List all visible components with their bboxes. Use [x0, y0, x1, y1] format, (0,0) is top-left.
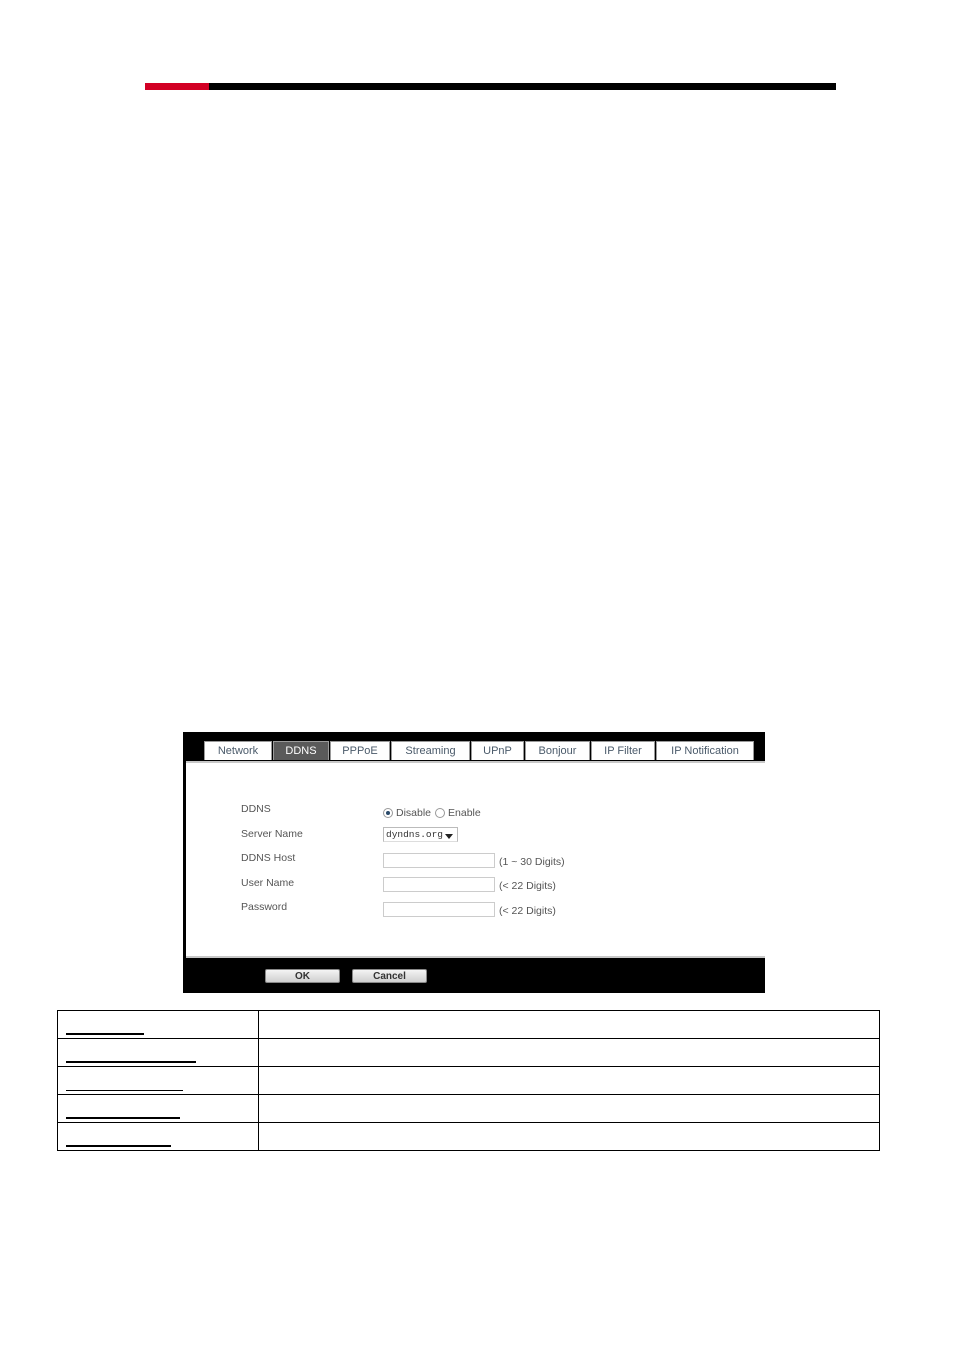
term-underline [66, 1117, 180, 1119]
server-name-select[interactable]: dyndns.org [383, 827, 458, 842]
enable-radio[interactable] [435, 808, 446, 818]
term-underline [66, 1145, 171, 1147]
term-cell [57, 1010, 259, 1039]
enable-radio-label: Enable [448, 807, 481, 819]
ddns-radio-group: Disable Enable [383, 807, 481, 819]
description-cell [258, 1066, 880, 1095]
server-name-label: Server Name [241, 828, 303, 840]
user-name-label: User Name [241, 877, 295, 889]
ddns-host-label: DDNS Host [241, 852, 296, 864]
tab-ddns[interactable]: DDNS [273, 741, 329, 760]
term-cell [57, 1122, 259, 1151]
ddns-form-panel: DDNS Disable Enable Server Name dyndns.o… [186, 761, 765, 958]
ddns-host-input[interactable] [383, 853, 495, 868]
password-input[interactable] [383, 902, 495, 917]
server-name-value: dyndns.org [386, 829, 444, 840]
term-cell [57, 1094, 259, 1123]
table-row [57, 1094, 880, 1123]
table-row [57, 1122, 880, 1151]
term-cell [57, 1066, 259, 1095]
table-row [57, 1010, 880, 1039]
password-hint: (< 22 Digits) [499, 905, 556, 917]
tab-ip-filter[interactable]: IP Filter [591, 741, 655, 760]
user-name-hint: (< 22 Digits) [499, 880, 556, 892]
cancel-button[interactable]: Cancel [352, 969, 427, 983]
term-underline [66, 1090, 183, 1091]
tab-pppoe[interactable]: PPPoE [330, 741, 390, 760]
term-cell [57, 1038, 259, 1067]
password-label: Password [241, 901, 288, 913]
table-row [57, 1038, 880, 1067]
tab-ip-notification[interactable]: IP Notification [656, 741, 754, 760]
settings-tabs: Network DDNS PPPoE Streaming UPnP Bonjou… [204, 741, 755, 761]
ddns-settings-screenshot: Network DDNS PPPoE Streaming UPnP Bonjou… [183, 732, 765, 993]
header-rule [145, 83, 836, 90]
header-accent [145, 83, 209, 90]
tab-network[interactable]: Network [204, 741, 272, 760]
term-underline [66, 1033, 144, 1035]
ddns-host-hint: (1 ~ 30 Digits) [499, 856, 565, 868]
table-row [57, 1066, 880, 1095]
user-name-input[interactable] [383, 877, 495, 892]
ok-button[interactable]: OK [265, 969, 340, 983]
field-description-table [57, 1010, 880, 1151]
description-cell [258, 1038, 880, 1067]
tab-bonjour[interactable]: Bonjour [525, 741, 590, 760]
ddns-label: DDNS [241, 803, 271, 815]
tab-streaming[interactable]: Streaming [391, 741, 470, 760]
term-underline [66, 1061, 196, 1063]
chevron-down-icon [445, 834, 453, 839]
description-cell [258, 1010, 880, 1039]
disable-radio-label: Disable [396, 807, 432, 819]
tab-upnp[interactable]: UPnP [471, 741, 524, 760]
description-cell [258, 1122, 880, 1151]
disable-radio[interactable] [383, 808, 393, 818]
description-cell [258, 1094, 880, 1123]
